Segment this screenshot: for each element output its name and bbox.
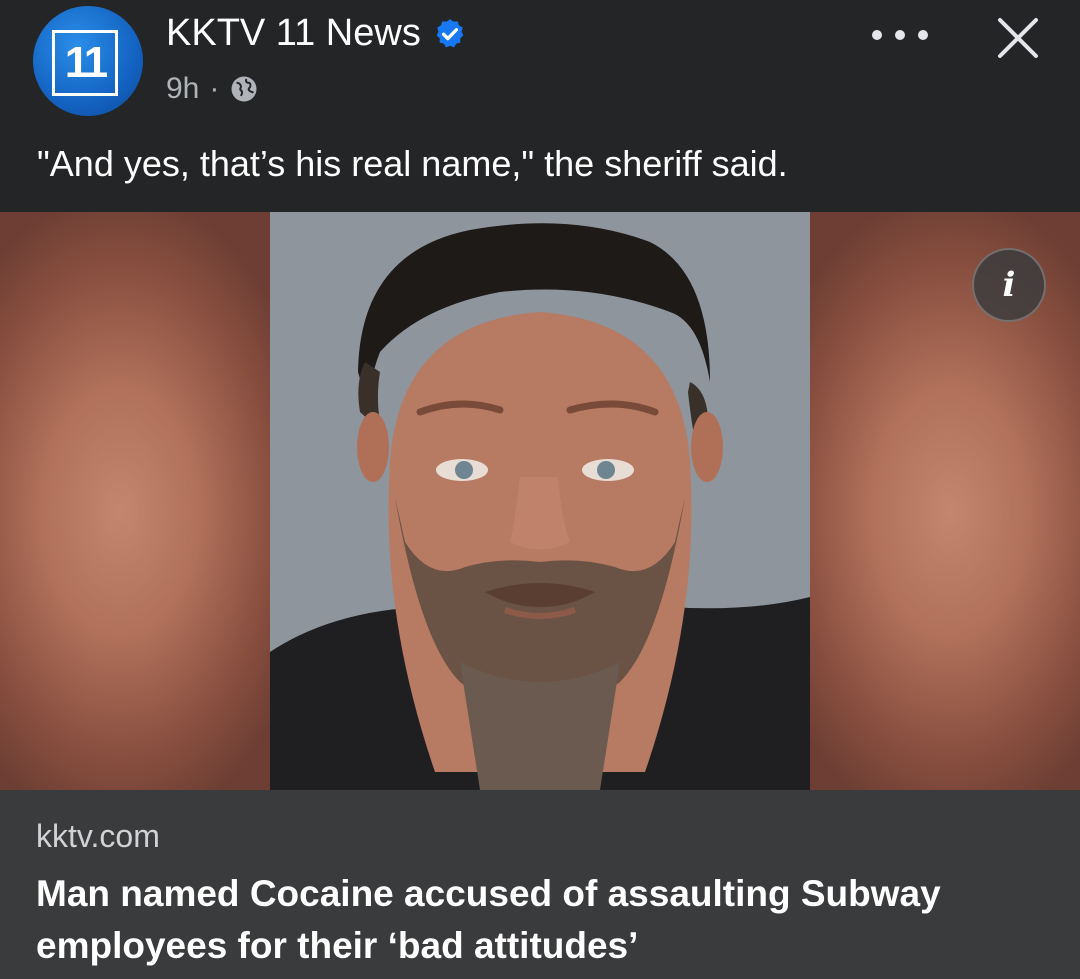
globe-icon xyxy=(231,76,257,102)
page-name-link[interactable]: KKTV 11 News xyxy=(166,12,467,55)
post-header: 11 KKTV 11 News 9h · "And yes, that’s hi… xyxy=(0,0,1080,212)
link-headline: Man named Cocaine accused of assaulting … xyxy=(36,873,941,966)
link-domain: kktv.com xyxy=(36,818,160,854)
post-meta: 9h · xyxy=(166,72,259,106)
verified-badge-icon xyxy=(436,18,464,47)
more-dot xyxy=(872,30,882,40)
mugshot-photo xyxy=(270,212,810,790)
post-caption: "And yes, that’s his real name," the she… xyxy=(37,143,788,184)
info-button[interactable]: i xyxy=(972,248,1046,322)
close-icon[interactable] xyxy=(992,12,1044,64)
blurred-background-left xyxy=(0,212,270,790)
more-dot xyxy=(895,30,905,40)
more-options-icon[interactable] xyxy=(872,20,928,50)
channel-logo: 11 xyxy=(52,30,118,96)
link-preview-card[interactable]: kktv.com Man named Cocaine accused of as… xyxy=(0,790,1080,979)
page-name: KKTV 11 News xyxy=(166,12,421,54)
post-image[interactable]: i xyxy=(0,212,1080,790)
page-avatar[interactable]: 11 xyxy=(33,6,143,116)
avatar-text: 11 xyxy=(64,38,108,87)
facebook-post: 11 KKTV 11 News 9h · "And yes, that’s hi… xyxy=(0,0,1080,979)
info-icon: i xyxy=(1002,265,1016,305)
post-time[interactable]: 9h xyxy=(166,72,199,106)
more-dot xyxy=(918,30,928,40)
meta-separator: · xyxy=(209,72,220,105)
